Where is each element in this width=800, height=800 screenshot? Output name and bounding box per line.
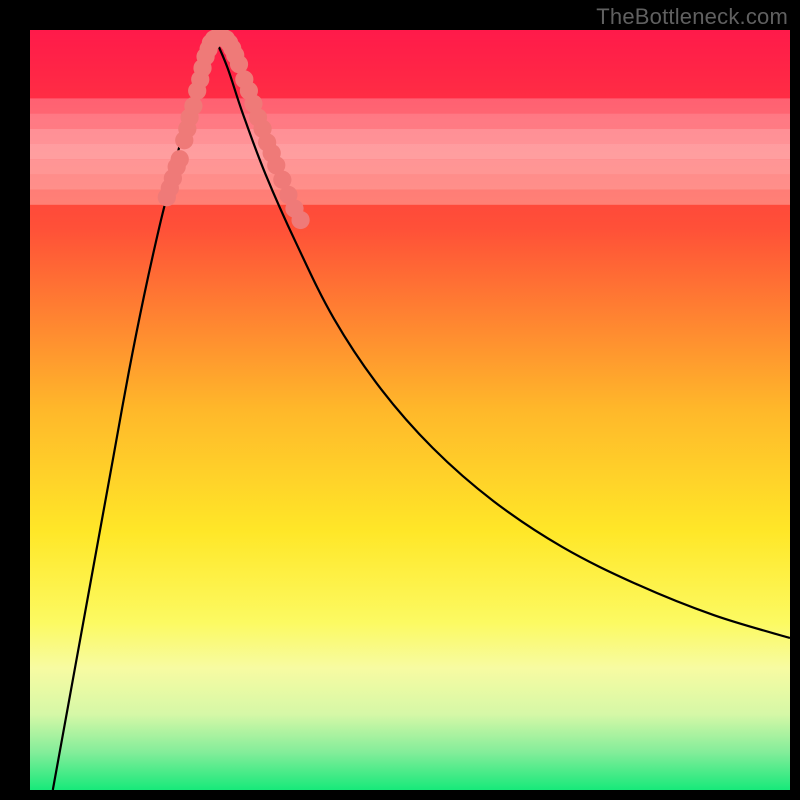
plot-area bbox=[30, 30, 790, 790]
data-point bbox=[184, 97, 202, 115]
chart-frame: TheBottleneck.com bbox=[0, 0, 800, 800]
data-point bbox=[171, 150, 189, 168]
data-dots bbox=[30, 30, 790, 790]
data-point bbox=[291, 211, 309, 229]
watermark-text: TheBottleneck.com bbox=[596, 4, 788, 30]
